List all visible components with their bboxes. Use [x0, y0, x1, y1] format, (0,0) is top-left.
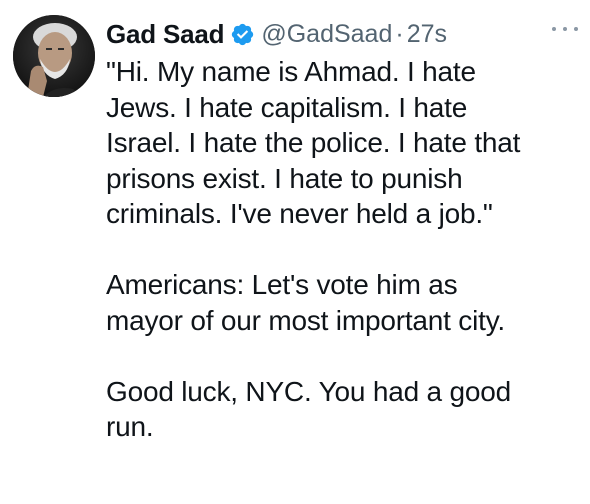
more-dot	[552, 27, 556, 31]
avatar-photo	[13, 15, 95, 97]
verified-badge-icon	[232, 23, 254, 45]
tweet-line: mayor of our most important city.	[106, 304, 506, 336]
tweet-paragraph: Americans: Let's vote him as mayor of ou…	[106, 267, 576, 338]
tweet-line: prisons exist. I hate to punish	[106, 162, 463, 194]
tweet-header: Gad Saad @GadSaad · 27s	[106, 14, 447, 54]
tweet-text: "Hi. My name is Ahmad. I hate Jews. I ha…	[106, 54, 576, 445]
tweet-line: Good luck, NYC. You had a good	[106, 375, 511, 407]
tweet-timestamp[interactable]: 27s	[407, 20, 447, 49]
more-dot	[574, 27, 578, 31]
user-avatar[interactable]	[13, 15, 95, 97]
tweet-line: criminals. I've never held a job."	[106, 198, 493, 229]
tweet-card[interactable]: Gad Saad @GadSaad · 27s "Hi. My name is …	[0, 0, 590, 504]
display-name[interactable]: Gad Saad	[106, 19, 225, 50]
tweet-line: "Hi. My name is Ahmad. I hate	[106, 56, 476, 87]
user-handle[interactable]: @GadSaad	[261, 20, 392, 49]
tweet-line: run.	[106, 411, 154, 442]
header-separator: ·	[395, 19, 404, 48]
tweet-paragraph: "Hi. My name is Ahmad. I hate Jews. I ha…	[106, 54, 576, 232]
more-dot	[563, 27, 567, 31]
tweet-line: Jews. I hate capitalism. I hate	[106, 91, 468, 123]
tweet-paragraph: Good luck, NYC. You had a good run.	[106, 374, 576, 445]
more-options-icon[interactable]	[552, 22, 578, 36]
tweet-line: Americans: Let's vote him as	[106, 269, 458, 300]
tweet-line: Israel. I hate the police. I hate that	[106, 127, 521, 158]
